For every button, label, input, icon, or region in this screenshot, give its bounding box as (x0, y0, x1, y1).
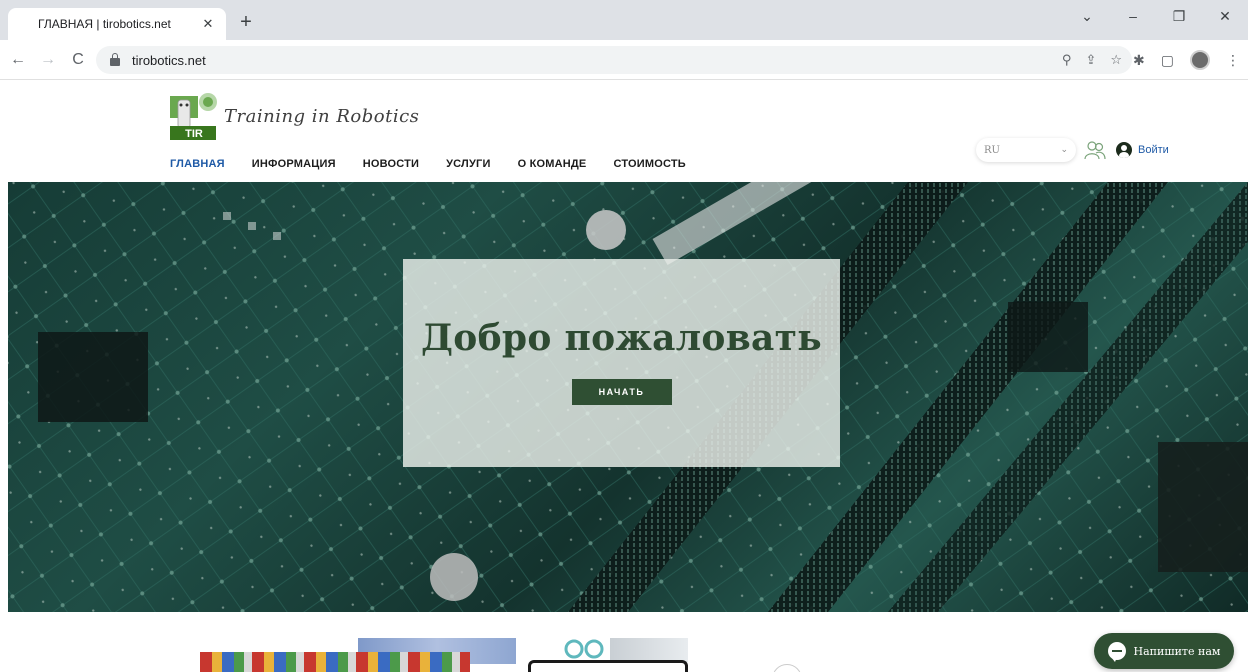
menu-item-pricing[interactable]: СТОИМОСТЬ (613, 158, 685, 170)
board-image-partial (610, 638, 688, 662)
tab-close-icon[interactable]: ✕ (200, 16, 216, 32)
welcome-card: Добро пожаловать НАЧАТЬ (403, 259, 840, 467)
browser-tabstrip: ГЛАВНАЯ | tirobotics.net ✕ + ⌄ – ❐ ✕ (0, 0, 1248, 40)
chat-label: Напишите нам (1133, 644, 1221, 658)
profile-avatar-icon[interactable] (1190, 50, 1210, 70)
share-icon[interactable]: ⇪ (1085, 52, 1096, 68)
members-icon[interactable] (1084, 140, 1106, 160)
language-select[interactable]: RU ⌄ (976, 138, 1076, 162)
hero-banner: Добро пожаловать НАЧАТЬ (8, 182, 1248, 612)
main-menu: ГЛАВНАЯ ИНФОРМАЦИЯ НОВОСТИ УСЛУГИ О КОМА… (170, 158, 713, 170)
chevron-down-icon: ⌄ (1060, 145, 1068, 155)
bookmark-star-icon[interactable]: ☆ (1110, 52, 1122, 68)
browser-menu-icon[interactable]: ⋮ (1226, 52, 1240, 69)
user-avatar-icon (1116, 142, 1132, 158)
language-value: RU (984, 144, 1000, 156)
address-bar[interactable]: tirobotics.net ⚲ ⇪ ☆ (96, 46, 1132, 74)
menu-item-team[interactable]: О КОМАНДЕ (518, 158, 587, 170)
restore-button[interactable]: ❐ (1156, 8, 1202, 25)
lego-bricks-image (200, 652, 470, 672)
close-window-button[interactable]: ✕ (1202, 8, 1248, 25)
new-tab-button[interactable]: + (235, 12, 257, 34)
chat-bubble-icon (1107, 642, 1126, 662)
menu-item-news[interactable]: НОВОСТИ (363, 158, 419, 170)
extension-icons: ✱ ▢ ⋮ (1133, 50, 1240, 70)
omnibox-icons: ⚲ ⇪ ☆ (1062, 52, 1122, 68)
minimize-button[interactable]: – (1110, 8, 1156, 24)
menu-item-home[interactable]: ГЛАВНАЯ (170, 158, 225, 170)
round-image-partial (772, 664, 802, 672)
reload-icon[interactable]: C (66, 51, 90, 69)
lock-icon[interactable] (110, 52, 120, 66)
login-button[interactable]: Войти (1116, 142, 1169, 158)
url-text[interactable]: tirobotics.net (132, 53, 206, 68)
browser-tab[interactable]: ГЛАВНАЯ | tirobotics.net ✕ (8, 8, 226, 40)
logo-text: TIR (185, 128, 203, 140)
chat-button[interactable]: Напишите нам (1094, 633, 1234, 669)
tab-search-icon[interactable]: ⌄ (1064, 8, 1110, 25)
menu-item-services[interactable]: УСЛУГИ (446, 158, 490, 170)
extensions-puzzle-icon[interactable]: ✱ (1133, 52, 1145, 69)
start-button[interactable]: НАЧАТЬ (571, 379, 672, 405)
zoom-icon[interactable]: ⚲ (1062, 52, 1072, 68)
menu-item-info[interactable]: ИНФОРМАЦИЯ (252, 158, 336, 170)
browser-toolbar: ← → C tirobotics.net ⚲ ⇪ ☆ ✱ ▢ ⋮ (0, 40, 1248, 80)
forward-arrow-icon[interactable]: → (36, 51, 60, 69)
login-label: Войти (1138, 144, 1169, 156)
side-panel-icon[interactable]: ▢ (1161, 52, 1174, 69)
device-image-partial (528, 660, 688, 672)
brand-name[interactable]: Training in Robotics (224, 106, 419, 127)
hero-title: Добро пожаловать (420, 317, 823, 359)
tab-title: ГЛАВНАЯ | tirobotics.net (38, 17, 171, 31)
window-controls: ⌄ – ❐ ✕ (1064, 0, 1248, 32)
back-arrow-icon[interactable]: ← (6, 51, 30, 69)
arduino-logo-icon (564, 639, 604, 659)
tir-logo[interactable]: TIR (168, 92, 218, 144)
